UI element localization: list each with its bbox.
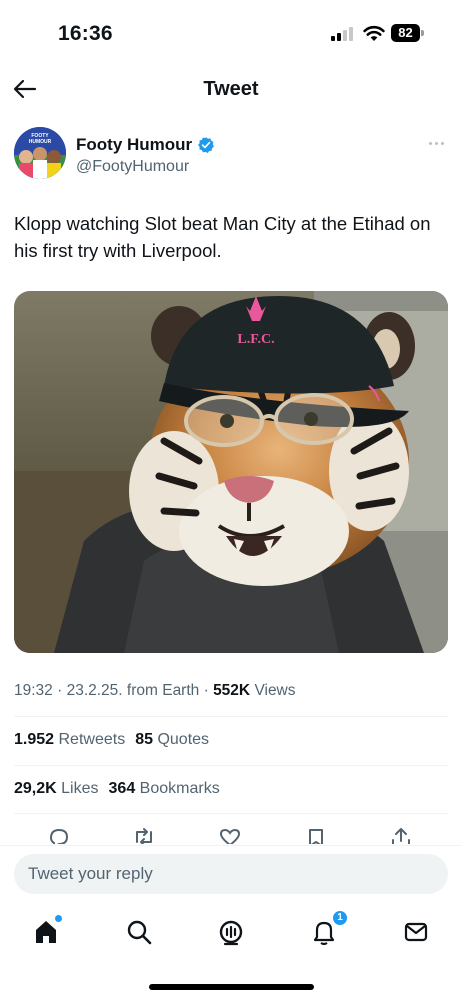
nav-bar: Tweet: [0, 64, 462, 114]
tab-home[interactable]: [29, 915, 63, 949]
reply-input[interactable]: [14, 854, 448, 894]
quotes-link[interactable]: 85 Quotes: [135, 731, 209, 748]
tweet-time: 19:32: [14, 682, 53, 699]
views-count: 552K: [213, 682, 251, 699]
bookmarks-link[interactable]: 364 Bookmarks: [109, 780, 220, 797]
retweets-link[interactable]: 1.952 Retweets: [14, 731, 125, 748]
retweet-icon[interactable]: [131, 826, 157, 844]
search-icon: [127, 920, 152, 945]
status-time: 16:36: [58, 22, 113, 45]
cap-logo-text: L.F.C.: [237, 332, 274, 347]
tweet-author: FOOTY HUMOUR Footy Humour @FootyHumour: [14, 127, 448, 185]
signal-icon: [331, 27, 357, 41]
battery-indicator: 82: [391, 24, 420, 42]
page-title: Tweet: [203, 78, 259, 100]
tab-spaces[interactable]: [214, 915, 248, 949]
quotes-count: 85: [135, 731, 153, 748]
tab-bar: 1: [0, 903, 462, 963]
home-indicator: [149, 984, 314, 990]
reply-icon[interactable]: [46, 826, 72, 844]
battery-tip: [421, 30, 424, 36]
quotes-label: Quotes: [157, 731, 210, 748]
tweet-image[interactable]: L.F.C.: [14, 291, 448, 653]
tab-notifications[interactable]: 1: [307, 909, 349, 949]
stats-likes-bookmarks: 29,2K Likes 364 Bookmarks: [14, 780, 220, 798]
tweet-source: from Earth: [126, 682, 200, 699]
wifi-icon: [363, 25, 385, 47]
tab-search[interactable]: [122, 915, 156, 949]
more-options-icon[interactable]: [424, 133, 448, 153]
status-bar: 16:36 82: [0, 0, 462, 64]
reply-bar: [0, 845, 462, 903]
bookmark-icon[interactable]: [303, 826, 329, 844]
home-icon: [36, 921, 56, 943]
retweets-label: Retweets: [58, 731, 126, 748]
author-name[interactable]: Footy Humour: [76, 135, 215, 155]
tab-messages[interactable]: [399, 915, 433, 949]
author-handle[interactable]: @FootyHumour: [76, 158, 189, 176]
bookmarks-label: Bookmarks: [139, 780, 220, 797]
svg-text:HUMOUR: HUMOUR: [29, 139, 52, 145]
likes-link[interactable]: 29,2K Likes: [14, 780, 99, 797]
messages-icon: [404, 922, 428, 942]
likes-label: Likes: [61, 780, 99, 797]
verified-badge-icon: [198, 137, 215, 153]
home-unread-dot: [55, 915, 62, 922]
tweet-actions: [0, 822, 462, 844]
tweet-text: Klopp watching Slot beat Man City at the…: [14, 213, 431, 261]
retweets-count: 1.952: [14, 731, 55, 748]
tweet-date: 23.2.25.: [66, 682, 123, 699]
tweet-meta: 19:32 · 23.2.25. from Earth · 552K Views: [14, 682, 296, 699]
views-label: Views: [254, 682, 296, 699]
divider: [14, 813, 448, 814]
divider: [14, 765, 448, 766]
divider: [14, 716, 448, 717]
bookmarks-count: 364: [108, 780, 136, 797]
author-name-text: Footy Humour: [76, 135, 193, 154]
spaces-icon: [219, 920, 243, 946]
like-icon[interactable]: [217, 826, 243, 844]
stats-retweets-quotes: 1.952 Retweets 85 Quotes: [14, 731, 209, 749]
share-icon[interactable]: [388, 826, 414, 844]
avatar[interactable]: FOOTY HUMOUR: [14, 127, 66, 179]
likes-count: 29,2K: [14, 780, 57, 797]
notifications-badge: 1: [331, 909, 349, 927]
